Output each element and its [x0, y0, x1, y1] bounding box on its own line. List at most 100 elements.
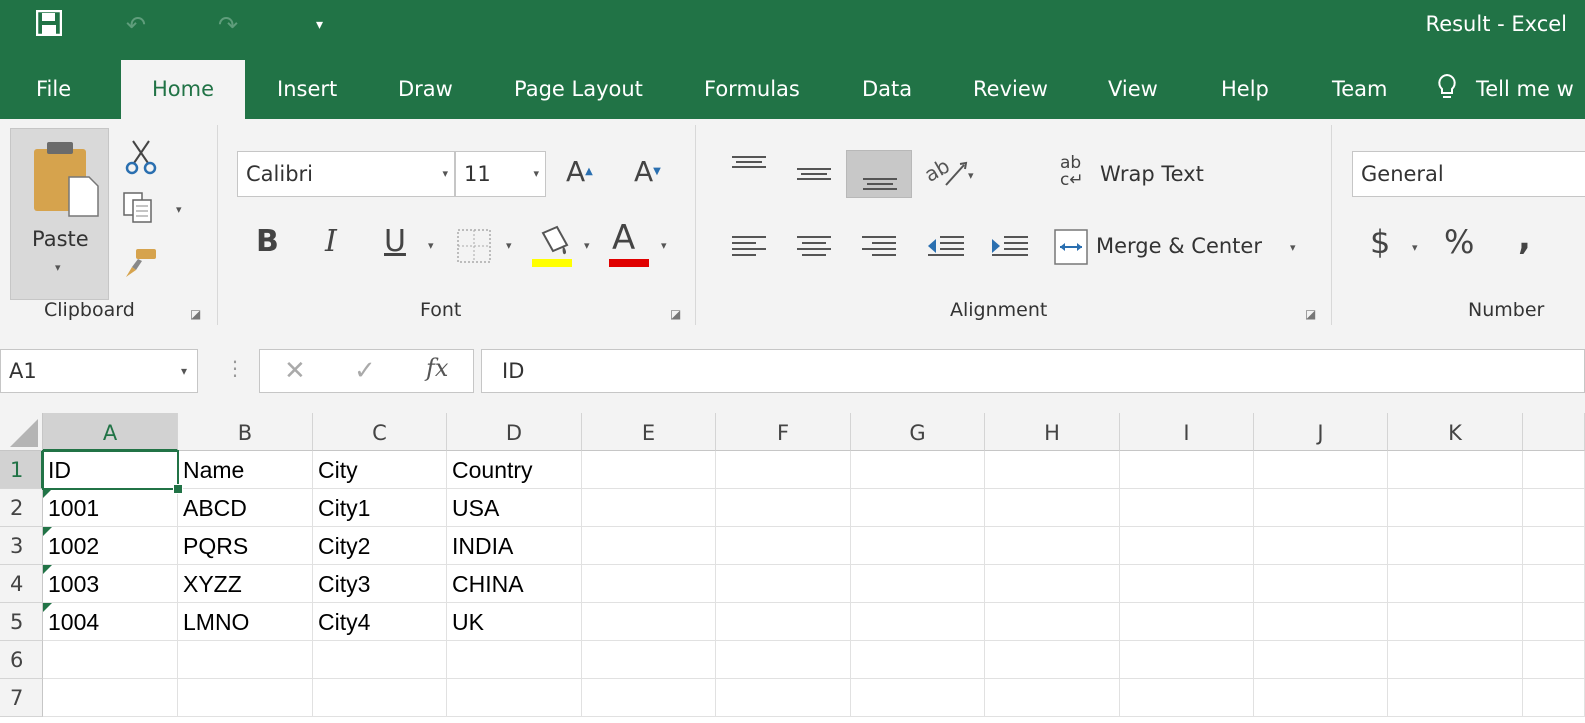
cancel-icon[interactable]: ✕ — [284, 356, 306, 386]
cell-d6[interactable] — [447, 641, 582, 679]
row-header-4[interactable]: 4 — [0, 565, 43, 603]
cell-e7[interactable] — [582, 679, 716, 717]
cell-j7[interactable] — [1254, 679, 1388, 717]
cell-h2[interactable] — [985, 489, 1120, 527]
cell-c1[interactable]: City — [313, 451, 447, 489]
percent-button[interactable]: % — [1444, 226, 1474, 258]
column-header-i[interactable]: I — [1120, 413, 1254, 451]
cell-c2[interactable]: City1 — [313, 489, 447, 527]
cell-e4[interactable] — [582, 565, 716, 603]
shrink-font-button[interactable]: A▼ — [634, 157, 661, 187]
paste-button[interactable]: Paste ▾ — [10, 128, 109, 300]
cell-d4[interactable]: CHINA — [447, 565, 582, 603]
cell-a1[interactable]: ID — [43, 451, 178, 489]
column-header-j[interactable]: J — [1254, 413, 1388, 451]
name-box[interactable]: A1 ▾ — [0, 349, 198, 393]
currency-dropdown-icon[interactable]: ▾ — [1412, 241, 1418, 254]
cell-c3[interactable]: City2 — [313, 527, 447, 565]
column-header-partial[interactable] — [1523, 413, 1585, 451]
cell-a5[interactable]: 1004 — [43, 603, 178, 641]
cell-c4[interactable]: City3 — [313, 565, 447, 603]
cell-g7[interactable] — [851, 679, 985, 717]
paste-dropdown-icon[interactable]: ▾ — [55, 261, 61, 274]
cell-k3[interactable] — [1388, 527, 1523, 565]
cell-i4[interactable] — [1120, 565, 1254, 603]
fill-handle[interactable] — [173, 484, 183, 494]
cell-i1[interactable] — [1120, 451, 1254, 489]
cell-k5[interactable] — [1388, 603, 1523, 641]
cell-c7[interactable] — [313, 679, 447, 717]
cell-k6[interactable] — [1388, 641, 1523, 679]
tab-review[interactable]: Review — [973, 58, 1048, 119]
wrap-text-button[interactable]: ab c↵ Wrap Text — [1060, 155, 1220, 195]
cell-h6[interactable] — [985, 641, 1120, 679]
tab-help[interactable]: Help — [1221, 58, 1269, 119]
formula-input[interactable]: ID — [481, 349, 1585, 393]
row-header-5[interactable]: 5 — [0, 603, 43, 641]
customize-icon[interactable]: ▾ — [316, 10, 323, 40]
font-color-button[interactable]: A — [612, 221, 635, 255]
enter-icon[interactable]: ✓ — [354, 356, 376, 386]
cell-j6[interactable] — [1254, 641, 1388, 679]
cell-a7[interactable] — [43, 679, 178, 717]
cell-b1[interactable]: Name — [178, 451, 313, 489]
cell-h3[interactable] — [985, 527, 1120, 565]
cell-i5[interactable] — [1120, 603, 1254, 641]
borders-icon[interactable] — [457, 229, 491, 270]
cell-partial[interactable] — [1523, 565, 1585, 603]
undo-icon[interactable]: ↶ — [126, 10, 146, 40]
copy-icon[interactable] — [122, 191, 156, 232]
cell-f7[interactable] — [716, 679, 851, 717]
merge-dropdown-icon[interactable]: ▾ — [1290, 241, 1296, 254]
drag-handle-icon[interactable]: ⋮ — [225, 357, 245, 379]
save-icon[interactable] — [35, 9, 63, 43]
column-header-k[interactable]: K — [1388, 413, 1523, 451]
currency-button[interactable]: $ — [1370, 226, 1390, 258]
cell-k7[interactable] — [1388, 679, 1523, 717]
cell-b2[interactable]: ABCD — [178, 489, 313, 527]
tell-me-search[interactable]: Tell me w — [1436, 58, 1574, 119]
cell-c5[interactable]: City4 — [313, 603, 447, 641]
cell-d5[interactable]: UK — [447, 603, 582, 641]
column-header-a[interactable]: A — [43, 413, 178, 451]
font-color-dropdown-icon[interactable]: ▾ — [661, 239, 667, 252]
cell-i7[interactable] — [1120, 679, 1254, 717]
cell-b3[interactable]: PQRS — [178, 527, 313, 565]
cell-partial[interactable] — [1523, 451, 1585, 489]
tab-draw[interactable]: Draw — [398, 58, 453, 119]
cell-g5[interactable] — [851, 603, 985, 641]
font-name-combo[interactable]: Calibri ▾ — [237, 151, 455, 197]
increase-indent-icon[interactable] — [990, 235, 1028, 261]
cell-g2[interactable] — [851, 489, 985, 527]
tab-page-layout[interactable]: Page Layout — [514, 58, 643, 119]
number-format-combo[interactable]: General — [1352, 151, 1585, 197]
column-header-d[interactable]: D — [447, 413, 582, 451]
insert-function-button[interactable]: fx — [426, 354, 448, 382]
format-painter-icon[interactable] — [124, 247, 158, 286]
redo-icon[interactable]: ↷ — [218, 10, 238, 40]
cell-h5[interactable] — [985, 603, 1120, 641]
cell-f4[interactable] — [716, 565, 851, 603]
column-header-c[interactable]: C — [313, 413, 447, 451]
cell-a6[interactable] — [43, 641, 178, 679]
column-header-h[interactable]: H — [985, 413, 1120, 451]
cell-k4[interactable] — [1388, 565, 1523, 603]
comma-button[interactable]: , — [1518, 221, 1531, 255]
cell-j1[interactable] — [1254, 451, 1388, 489]
row-header-6[interactable]: 6 — [0, 641, 43, 679]
cell-f2[interactable] — [716, 489, 851, 527]
align-center-icon[interactable] — [797, 235, 831, 261]
cell-partial[interactable] — [1523, 641, 1585, 679]
cell-i2[interactable] — [1120, 489, 1254, 527]
cell-f3[interactable] — [716, 527, 851, 565]
cell-j2[interactable] — [1254, 489, 1388, 527]
cell-g6[interactable] — [851, 641, 985, 679]
font-size-combo[interactable]: 11 ▾ — [455, 151, 546, 197]
select-all-button[interactable] — [0, 413, 43, 451]
cut-icon[interactable] — [124, 139, 158, 182]
cell-k1[interactable] — [1388, 451, 1523, 489]
cell-i3[interactable] — [1120, 527, 1254, 565]
cell-d2[interactable]: USA — [447, 489, 582, 527]
orientation-dropdown-icon[interactable]: ▾ — [968, 169, 974, 182]
cell-h7[interactable] — [985, 679, 1120, 717]
